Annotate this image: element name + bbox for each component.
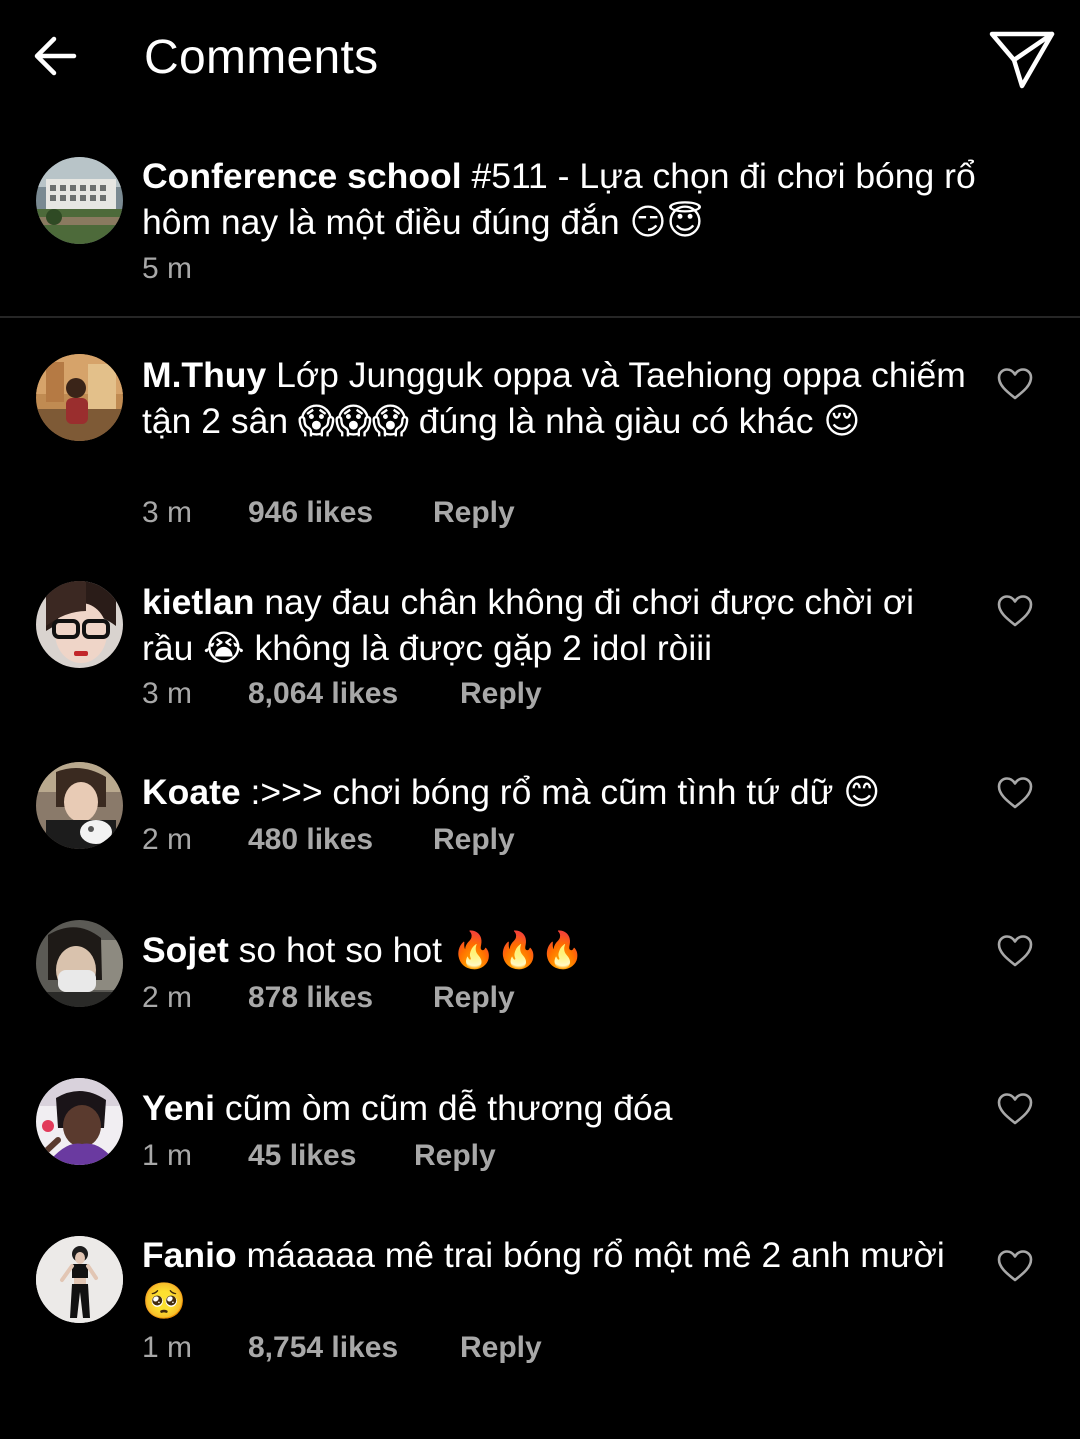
- comment-username[interactable]: M.Thuy: [142, 355, 266, 395]
- arrow-left-icon: [34, 36, 77, 76]
- comment-likes[interactable]: 45 likes: [248, 1136, 356, 1176]
- back-button[interactable]: [28, 26, 84, 86]
- page-title: Comments: [144, 31, 379, 84]
- comment-username[interactable]: Sojet: [142, 930, 229, 970]
- comment-timestamp: 3 m: [142, 677, 193, 710]
- heart-icon[interactable]: [996, 366, 1034, 402]
- comment-likes[interactable]: 878 likes: [248, 978, 373, 1018]
- comment-likes[interactable]: 946 likes: [248, 493, 373, 533]
- comment-text: Lớp Jungguk oppa và Taehiong oppa chiếm …: [142, 355, 966, 441]
- comment-username[interactable]: Fanio: [142, 1235, 237, 1275]
- heart-icon[interactable]: [996, 1248, 1034, 1284]
- comment-text: so hot so hot 🔥🔥🔥: [238, 930, 585, 970]
- comment-username[interactable]: Koate: [142, 772, 241, 812]
- avatar[interactable]: [36, 920, 123, 1007]
- heart-icon[interactable]: [996, 933, 1034, 969]
- divider: [0, 316, 1080, 318]
- avatar[interactable]: [36, 762, 123, 849]
- caption-username[interactable]: Conference school: [142, 156, 462, 196]
- comment-likes[interactable]: 480 likes: [248, 820, 373, 860]
- heart-icon[interactable]: [996, 593, 1034, 629]
- comment-likes[interactable]: 8,064 likes: [248, 674, 398, 714]
- reply-button[interactable]: Reply: [433, 493, 515, 533]
- comment-timestamp: 1 m: [142, 1331, 193, 1364]
- comment-username[interactable]: kietlan: [142, 582, 254, 622]
- avatar[interactable]: [36, 581, 123, 668]
- avatar[interactable]: [36, 354, 123, 441]
- comment-text: cũm òm cũm dễ thương đóa: [224, 1088, 673, 1128]
- post-caption: Conference school #511 - Lựa chọn đi chơ…: [0, 150, 1080, 316]
- reply-button[interactable]: Reply: [414, 1136, 496, 1176]
- comment-timestamp: 3 m: [142, 496, 193, 529]
- avatar[interactable]: [36, 1236, 123, 1323]
- comment-timestamp: 2 m: [142, 823, 193, 856]
- avatar[interactable]: [36, 1078, 123, 1165]
- comment-text: :>>> chơi bóng rổ mà cũm tình tứ dữ 😊: [250, 772, 881, 812]
- caption-timestamp: 5 m: [142, 252, 193, 285]
- comment-likes[interactable]: 8,754 likes: [248, 1328, 398, 1368]
- comment-username[interactable]: Yeni: [142, 1088, 215, 1128]
- reply-button[interactable]: Reply: [460, 1328, 542, 1368]
- heart-icon[interactable]: [996, 775, 1034, 811]
- reply-button[interactable]: Reply: [433, 820, 515, 860]
- comment-text: máaaaa mê trai bóng rổ một mê 2 anh mười…: [142, 1235, 945, 1321]
- reply-button[interactable]: Reply: [460, 674, 542, 714]
- comment-text: nay đau chân không đi chơi được chời ơi …: [142, 582, 915, 668]
- comment-timestamp: 1 m: [142, 1139, 193, 1172]
- heart-icon[interactable]: [996, 1091, 1034, 1127]
- reply-button[interactable]: Reply: [433, 978, 515, 1018]
- avatar[interactable]: [36, 157, 123, 244]
- share-button[interactable]: [984, 24, 1060, 94]
- comment-timestamp: 2 m: [142, 981, 193, 1014]
- paper-plane-icon: [989, 31, 1055, 89]
- header-bar: Comments: [0, 0, 1080, 118]
